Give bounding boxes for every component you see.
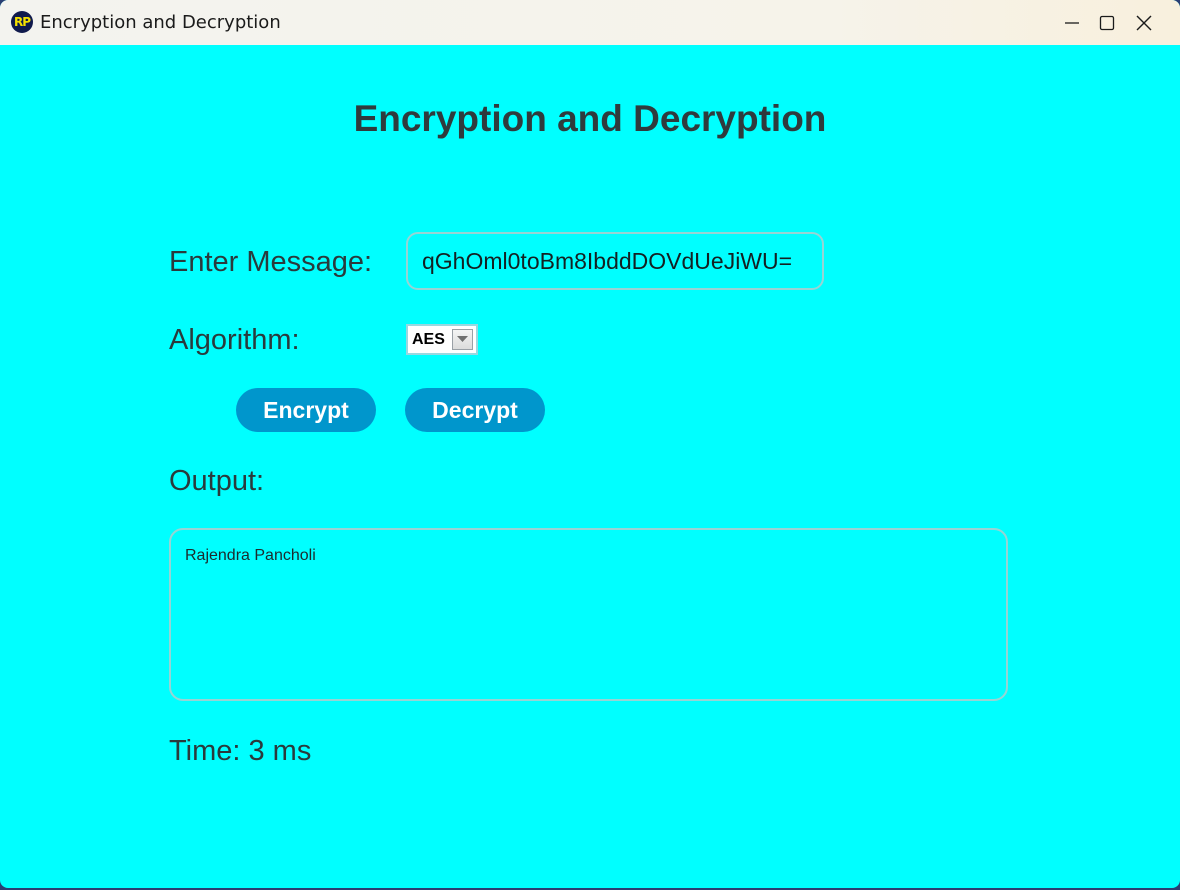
decrypt-button[interactable]: Decrypt [405,388,545,432]
window-title: Encryption and Decryption [40,12,281,33]
encrypt-button[interactable]: Encrypt [236,388,376,432]
close-icon [1136,15,1152,30]
main-panel: Encryption and Decryption Enter Message:… [0,45,1180,888]
algorithm-select[interactable]: AES [406,324,478,355]
page-title: Encryption and Decryption [353,98,827,139]
message-input[interactable] [406,232,824,290]
message-label: Enter Message: [169,246,373,278]
maximize-button[interactable] [1038,0,1115,45]
title-bar[interactable]: RP Encryption and Decryption [0,0,1180,45]
close-button[interactable] [1108,0,1180,45]
algorithm-label: Algorithm: [169,324,300,356]
chevron-down-icon [457,336,468,342]
output-textarea[interactable]: Rajendra Pancholi [169,528,1008,701]
algorithm-selected-value: AES [412,331,445,348]
time-readout: Time: 3 ms [169,735,312,767]
app-logo-icon: RP [11,11,33,33]
output-label: Output: [169,465,265,497]
app-window: RP Encryption and Decryption Encryption … [0,0,1180,888]
dropdown-arrow-button[interactable] [452,329,473,350]
